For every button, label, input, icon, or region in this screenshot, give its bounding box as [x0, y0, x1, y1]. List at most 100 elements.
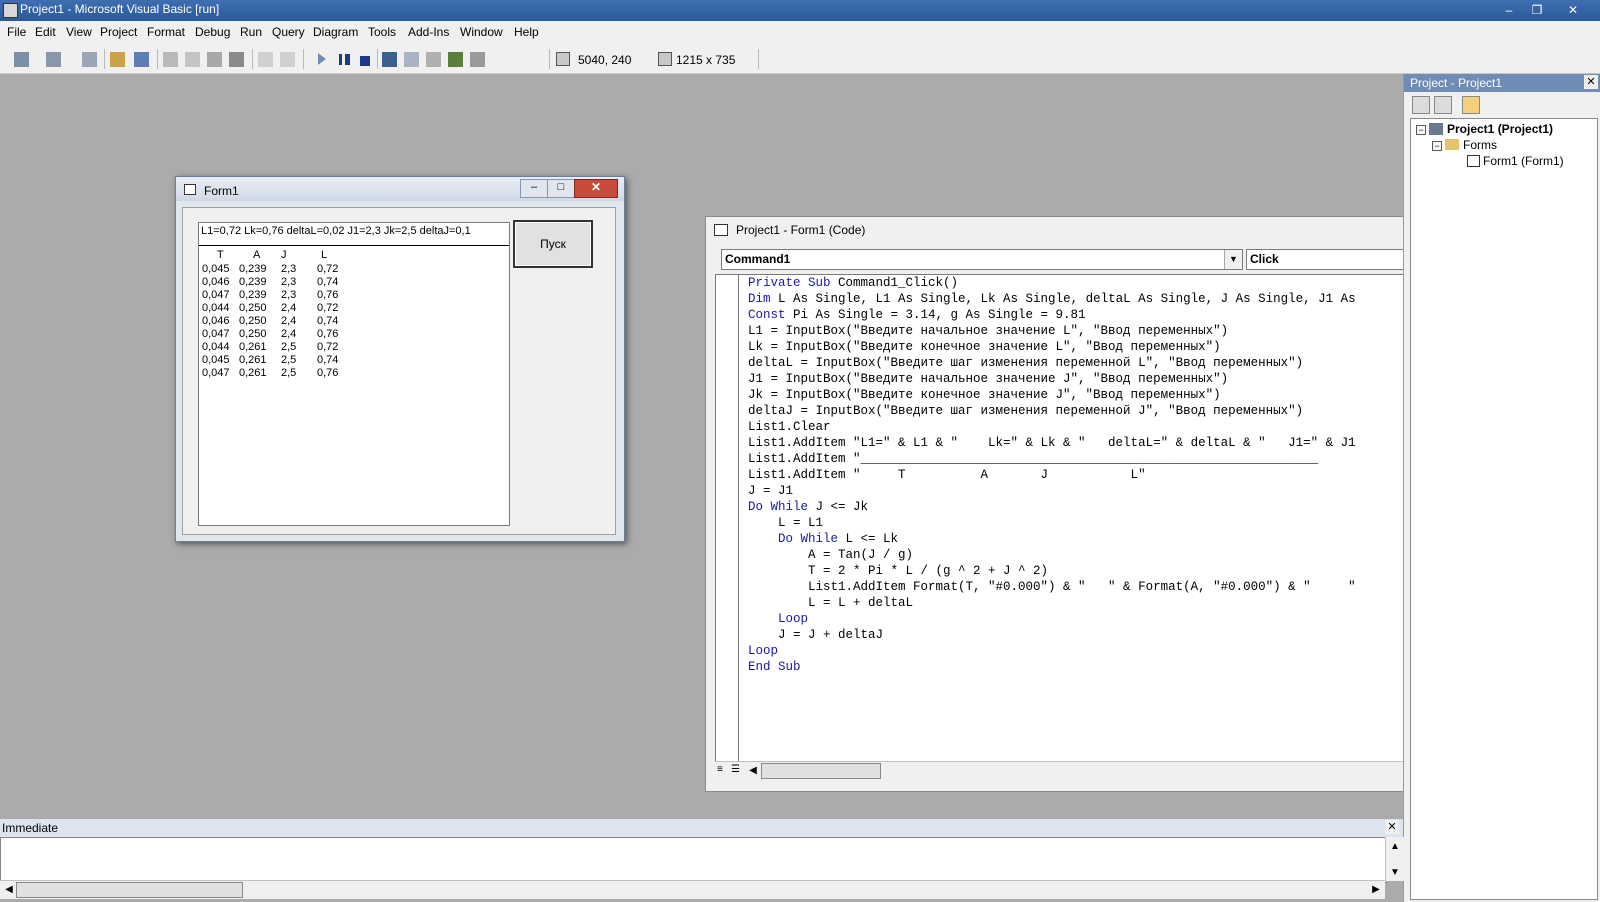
- menu-view[interactable]: View: [66, 25, 92, 39]
- run-button[interactable]: Пуск: [513, 220, 593, 268]
- code-line[interactable]: J = J1: [748, 484, 793, 498]
- code-line[interactable]: J = J + deltaJ: [748, 628, 883, 642]
- scroll-down-icon[interactable]: ▼: [1388, 867, 1402, 878]
- code-line[interactable]: deltaJ = InputBox("Введите шаг изменения…: [748, 404, 1303, 418]
- scroll-left-icon[interactable]: ◀: [3, 884, 15, 895]
- copy-icon[interactable]: [185, 52, 200, 67]
- paste-icon[interactable]: [207, 52, 222, 67]
- code-line[interactable]: Dim L As Single, L1 As Single, Lk As Sin…: [748, 292, 1356, 306]
- code-horizontal-scrollbar[interactable]: ≡ ☰ ◀: [715, 761, 1406, 780]
- code-line[interactable]: List1.Clear: [748, 420, 831, 434]
- code-line[interactable]: J1 = InputBox("Введите начальное значени…: [748, 372, 1228, 386]
- menu-tools[interactable]: Tools: [368, 25, 396, 39]
- code-line[interactable]: List1.AddItem "L1=" & L1 & " Lk=" & Lk &…: [748, 436, 1356, 450]
- tree-form1-item[interactable]: Form1 (Form1): [1483, 154, 1564, 168]
- code-editor[interactable]: Private Sub Command1_Click() Dim L As Sin…: [715, 274, 1408, 762]
- project-explorer-titlebar[interactable]: Project - Project1 ✕: [1404, 74, 1600, 92]
- add-project-icon[interactable]: [14, 52, 29, 67]
- close-app-button[interactable]: ✕: [1560, 0, 1586, 20]
- code-line[interactable]: Const Pi As Single = 3.14, g As Single =…: [748, 308, 1086, 322]
- code-line[interactable]: T = 2 * Pi * L / (g ^ 2 + J ^ 2): [748, 564, 1048, 578]
- code-line[interactable]: Private Sub Command1_Click(): [748, 276, 958, 290]
- menu-diagram[interactable]: Diagram: [313, 25, 358, 39]
- code-line[interactable]: A = Tan(J / g): [748, 548, 913, 562]
- procedure-combo[interactable]: Click: [1246, 249, 1405, 270]
- project-explorer-icon[interactable]: [382, 52, 397, 67]
- collapse-icon[interactable]: −: [1416, 125, 1426, 135]
- object-browser-icon[interactable]: [448, 52, 463, 67]
- view-code-icon[interactable]: [1412, 96, 1430, 114]
- code-text: Command1_Click(): [830, 276, 959, 290]
- tree-project-root[interactable]: Project1 (Project1): [1447, 122, 1553, 136]
- chevron-down-icon[interactable]: ▼: [1224, 250, 1242, 269]
- code-line[interactable]: List1.AddItem "_________________________…: [748, 452, 1318, 466]
- toolbox-icon[interactable]: [470, 52, 485, 67]
- code-line[interactable]: Loop: [748, 644, 778, 658]
- code-window-titlebar[interactable]: Project1 - Form1 (Code): [706, 217, 1406, 241]
- menu-window[interactable]: Window: [460, 25, 503, 39]
- cut-icon[interactable]: [163, 52, 178, 67]
- code-line[interactable]: Jk = InputBox("Введите конечное значение…: [748, 388, 1221, 402]
- redo-icon[interactable]: [280, 52, 295, 67]
- scroll-up-icon[interactable]: ▲: [1388, 841, 1402, 852]
- procedure-view-icon[interactable]: ≡: [717, 764, 729, 777]
- menu-edit[interactable]: Edit: [35, 25, 56, 39]
- code-line[interactable]: deltaL = InputBox("Введите шаг изменения…: [748, 356, 1303, 370]
- menu-query[interactable]: Query: [272, 25, 305, 39]
- end-icon[interactable]: [360, 56, 370, 66]
- form1-titlebar[interactable]: Form1 – □ ✕: [176, 177, 624, 201]
- code-line[interactable]: Do While L <= Lk: [748, 532, 898, 546]
- open-project-icon[interactable]: [110, 52, 125, 67]
- menu-run[interactable]: Run: [240, 25, 262, 39]
- vb-app-icon[interactable]: [3, 3, 18, 18]
- code-line[interactable]: Loop: [748, 612, 808, 626]
- add-form-icon[interactable]: [46, 52, 61, 67]
- collapse-icon[interactable]: −: [1432, 141, 1442, 151]
- full-module-view-icon[interactable]: ☰: [731, 764, 743, 777]
- immediate-horizontal-scrollbar[interactable]: ◀ ▶: [0, 880, 1385, 899]
- break-icon[interactable]: [339, 54, 345, 65]
- code-line[interactable]: List1.AddItem Format(T, "#0.000") & " " …: [748, 580, 1356, 594]
- code-line[interactable]: L = L1: [748, 516, 823, 530]
- code-line[interactable]: Do While J <= Jk: [748, 500, 868, 514]
- form1-maximize-button[interactable]: □: [547, 179, 575, 198]
- menu-help[interactable]: Help: [514, 25, 539, 39]
- immediate-input[interactable]: [0, 837, 1387, 883]
- form1-minimize-button[interactable]: –: [520, 179, 548, 198]
- immediate-titlebar[interactable]: Immediate ✕: [0, 818, 1403, 837]
- code-line[interactable]: Lk = InputBox("Введите конечное значение…: [748, 340, 1221, 354]
- object-combo[interactable]: Command1 ▼: [721, 249, 1243, 270]
- menu-addins[interactable]: Add-Ins: [408, 25, 449, 39]
- menu-project[interactable]: Project: [100, 25, 137, 39]
- save-project-icon[interactable]: [134, 52, 149, 67]
- folder-icon: [1445, 139, 1459, 150]
- code-scroll-thumb[interactable]: [761, 763, 881, 779]
- close-icon[interactable]: ✕: [1385, 820, 1399, 834]
- undo-icon[interactable]: [258, 52, 273, 67]
- view-object-icon[interactable]: [1434, 96, 1452, 114]
- menu-file[interactable]: File: [7, 25, 26, 39]
- menu-editor-icon[interactable]: [82, 52, 97, 67]
- start-icon[interactable]: [318, 53, 326, 65]
- code-line[interactable]: L = L + deltaL: [748, 596, 913, 610]
- immediate-vertical-scrollbar[interactable]: ▲ ▼: [1385, 837, 1404, 881]
- find-icon[interactable]: [229, 52, 244, 67]
- list1-listbox[interactable]: L1=0,72 Lk=0,76 deltaL=0,02 J1=2,3 Jk=2,…: [198, 222, 510, 526]
- code-line[interactable]: L1 = InputBox("Введите начальное значени…: [748, 324, 1228, 338]
- scroll-left-icon[interactable]: ◀: [747, 765, 759, 776]
- tree-forms-folder[interactable]: Forms: [1463, 138, 1497, 152]
- minimize-button[interactable]: –: [1496, 0, 1522, 20]
- code-line[interactable]: List1.AddItem " T A J L": [748, 468, 1146, 482]
- toggle-folders-icon[interactable]: [1462, 96, 1480, 114]
- immediate-scroll-thumb[interactable]: [16, 882, 243, 898]
- close-icon[interactable]: ✕: [1584, 75, 1598, 89]
- form-layout-icon[interactable]: [426, 52, 441, 67]
- code-text: J = J1: [748, 484, 794, 498]
- form1-close-button[interactable]: ✕: [574, 179, 618, 198]
- properties-window-icon[interactable]: [404, 52, 419, 67]
- menu-format[interactable]: Format: [147, 25, 185, 39]
- menu-debug[interactable]: Debug: [195, 25, 230, 39]
- restore-button[interactable]: ❐: [1524, 0, 1550, 20]
- scroll-right-icon[interactable]: ▶: [1370, 884, 1382, 895]
- code-line[interactable]: End Sub: [748, 660, 801, 674]
